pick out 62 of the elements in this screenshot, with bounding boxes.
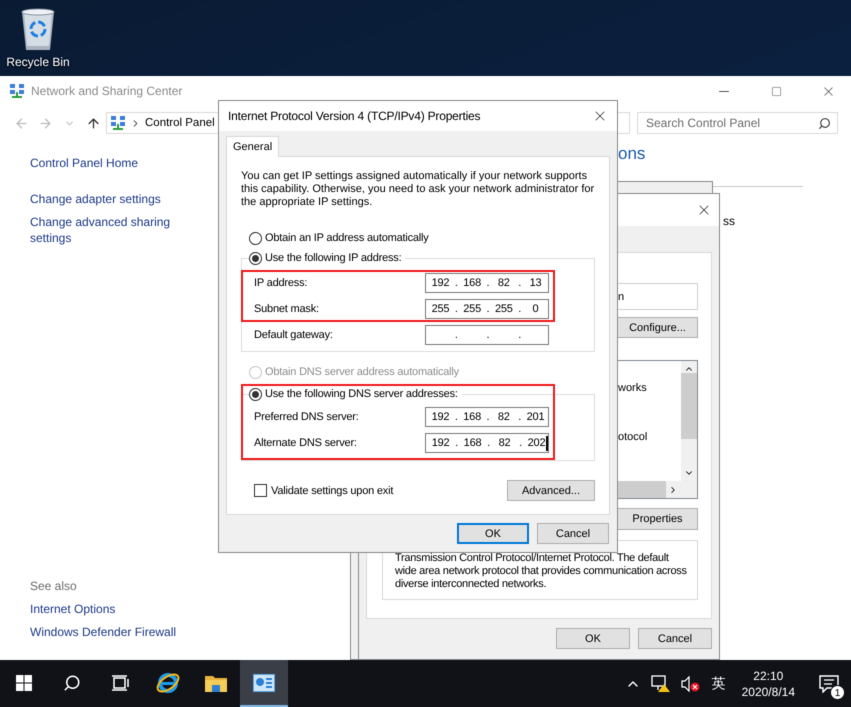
sidebar-link[interactable]: Internet Options: [30, 601, 200, 617]
field-label: Subnet mask:: [254, 303, 320, 315]
page-heading: ons: [618, 144, 646, 164]
network-warning-icon: [650, 674, 671, 692]
advanced-button[interactable]: Advanced...: [507, 480, 595, 501]
maximize-icon: [770, 86, 782, 96]
minimize-icon: [719, 90, 729, 92]
clock[interactable]: 22:10 2020/8/14: [734, 668, 803, 700]
muted-speaker-icon: [680, 676, 701, 692]
arrow-right-icon: [38, 116, 52, 130]
item-list[interactable]: works otocol: [617, 360, 698, 499]
search-field[interactable]: Search Control Panel: [637, 112, 838, 134]
control-panel-icon: [253, 674, 275, 692]
dialog-button[interactable]: Cancel: [638, 628, 712, 649]
vertical-scrollbar[interactable]: [681, 361, 697, 498]
list-item[interactable]: otocol: [618, 431, 681, 443]
checkbox[interactable]: [254, 484, 267, 497]
desktop-icon-label: Recycle Bin: [6, 55, 70, 69]
radio-button[interactable]: [249, 252, 262, 264]
notifications-button[interactable]: 1: [807, 660, 851, 707]
checkbox-label: Validate settings upon exit: [271, 484, 394, 496]
window-title: Network and Sharing Center: [31, 84, 184, 98]
configure-button[interactable]: Configure...: [617, 317, 698, 338]
sidebar-link[interactable]: Change adapter settings: [30, 191, 200, 207]
tab[interactable]: General: [226, 136, 280, 157]
intro-text: You can get IP settings assigned automatically if your network supports this capability. Otherwise, you need to ask your network administrator for the appropriate IP settings.: [241, 170, 595, 209]
taskbar-button[interactable]: [240, 660, 288, 707]
ip-address-field[interactable]: . . .: [425, 325, 549, 345]
ip-address-field[interactable]: 255 . 255 . 255 . 0: [425, 299, 549, 319]
field-label: Default gateway:: [254, 329, 334, 341]
horizontal-scrollbar[interactable]: [618, 481, 681, 498]
sidebar-link[interactable]: Windows Defender Firewall: [30, 624, 200, 640]
see-also-heading: See also: [30, 579, 78, 593]
sidebar-link[interactable]: Change advanced sharing settings: [30, 214, 200, 246]
dialog-title: Internet Protocol Version 4 (TCP/IPv4) Properties: [228, 109, 482, 123]
network-icon: [9, 83, 25, 99]
notification-count: 1: [830, 685, 845, 700]
sidebar-link[interactable]: Control Panel Home: [30, 155, 200, 171]
ip-address-field[interactable]: 192 . 168 . 82 . 13: [425, 273, 549, 293]
list-item[interactable]: works: [618, 382, 681, 394]
ip-address-field[interactable]: 192 . 168 . 82 . 202: [425, 433, 549, 453]
radio-button[interactable]: [249, 232, 262, 244]
dialog-button[interactable]: Cancel: [537, 523, 609, 544]
field-label: Preferred DNS server:: [254, 411, 360, 423]
content-text: ss: [723, 214, 736, 228]
field-label: Alternate DNS server:: [254, 437, 358, 449]
dialog-button[interactable]: OK: [556, 628, 630, 649]
radio-label: Use the following DNS server addresses:: [265, 388, 458, 400]
properties-button[interactable]: Properties: [617, 508, 698, 530]
windows-logo-icon: [16, 674, 32, 690]
ip-address-field[interactable]: 192 . 168 . 82 . 201: [425, 407, 549, 427]
radio-label: Obtain an IP address automatically: [265, 232, 429, 244]
field-label: IP address:: [254, 277, 308, 289]
radio-label: Obtain DNS server address automatically: [265, 366, 459, 378]
search-icon: [818, 116, 831, 130]
dialog-button[interactable]: OK: [457, 523, 529, 544]
search-icon: [63, 674, 81, 692]
task-view-icon: [111, 674, 129, 690]
radio-button[interactable]: [249, 388, 262, 400]
input-method-indicator[interactable]: 英: [708, 674, 730, 692]
radio-label: Use the following IP address:: [265, 252, 402, 264]
network-icon: [110, 115, 126, 131]
